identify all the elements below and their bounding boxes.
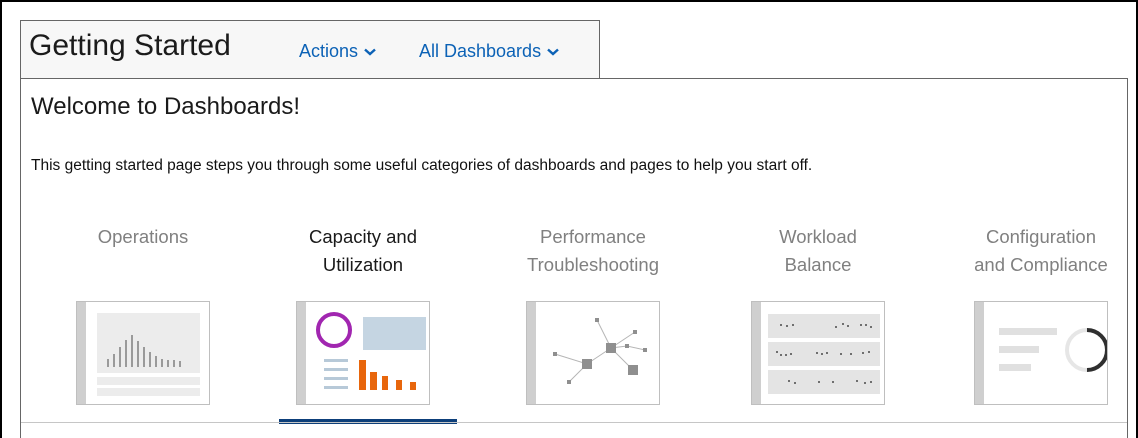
page-title: Getting Started [29,29,231,62]
bar-chart-icon [97,313,200,396]
donut-and-bars-icon [316,312,426,390]
category-label: Workload Balance [779,226,857,275]
category-label: Configuration and Compliance [974,226,1108,275]
screenshot-border-top [0,0,1138,2]
compliance-gauge-icon [999,328,1107,372]
actions-menu-label: Actions [299,41,359,61]
chevron-down-icon [364,48,376,56]
category-operations[interactable]: Operations [59,223,227,423]
dashboard-header: Getting Started Actions All Dashboards [20,20,600,78]
screenshot-border-left [0,0,2,438]
category-label: Capacity and Utilization [309,226,417,275]
welcome-description: This getting started page steps you thro… [31,157,813,174]
tab-divider [21,422,1127,423]
welcome-heading: Welcome to Dashboards! [31,93,301,120]
heatmap-icon [768,314,880,394]
workload-thumbnail [751,301,885,405]
all-dashboards-menu[interactable]: All Dashboards [419,41,559,62]
capacity-thumbnail [296,301,430,405]
network-graph-icon [553,318,647,384]
category-performance-troubleshooting[interactable]: Performance Troubleshooting [509,223,677,423]
operations-thumbnail [76,301,210,405]
category-workload-balance[interactable]: Workload Balance [734,223,902,423]
performance-thumbnail [526,301,660,405]
welcome-panel: Welcome to Dashboards! This getting star… [20,78,1128,438]
all-dashboards-menu-label: All Dashboards [419,41,542,61]
configuration-thumbnail [974,301,1108,405]
category-label: Performance Troubleshooting [527,226,659,275]
category-capacity-utilization[interactable]: Capacity and Utilization [279,223,457,424]
category-label: Operations [97,226,189,247]
category-configuration-compliance[interactable]: Configuration and Compliance [957,223,1125,423]
chevron-down-icon [547,48,559,56]
actions-menu[interactable]: Actions [299,41,376,62]
